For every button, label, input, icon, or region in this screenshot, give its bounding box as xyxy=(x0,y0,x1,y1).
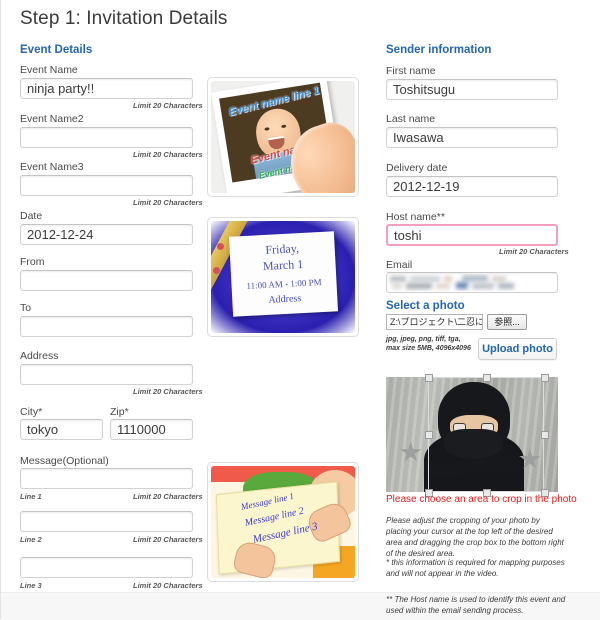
label-last-name: Last name xyxy=(386,113,436,125)
label-city: City* xyxy=(20,406,43,418)
section-heading-select-a-photo: Select a photo xyxy=(386,300,465,312)
label-first-name: First name xyxy=(386,65,436,77)
label-message: Message(Optional) xyxy=(20,455,109,467)
email-redaction-overlay xyxy=(388,274,520,291)
hint-message-line1-limit: Limit 20 Characters xyxy=(133,492,203,501)
crop-handle-top-left[interactable] xyxy=(425,374,433,382)
label-host-name: Host name** xyxy=(386,211,445,223)
hint-message-line2-limit: Limit 20 Characters xyxy=(133,535,203,544)
hint-host-name-limit: Limit 20 Characters xyxy=(499,247,569,256)
input-message-line2[interactable] xyxy=(20,511,193,532)
preview-message-card: Message line 1 Message line 2 Message li… xyxy=(207,462,359,582)
input-city[interactable] xyxy=(20,419,103,440)
preview-date-line4: Address xyxy=(268,293,302,306)
label-from: From xyxy=(20,256,45,268)
input-event-name[interactable] xyxy=(20,78,193,99)
crop-handle-top-right[interactable] xyxy=(541,374,549,382)
file-path-field[interactable]: Z:\プロジェクト\二忍に xyxy=(386,314,483,330)
section-heading-sender-information: Sender information xyxy=(386,44,492,56)
footnote-one: * this information is required for mappi… xyxy=(386,558,565,578)
label-zip: Zip* xyxy=(110,406,129,418)
input-to[interactable] xyxy=(20,316,193,337)
browse-button[interactable]: 参照... xyxy=(487,314,527,330)
input-from[interactable] xyxy=(20,270,193,291)
hint-message-line3-limit: Limit 20 Characters xyxy=(133,581,203,590)
input-message-line1[interactable] xyxy=(20,468,193,489)
label-email: Email xyxy=(386,259,413,271)
page-left-rule xyxy=(0,0,1,619)
input-event-name2[interactable] xyxy=(20,127,193,148)
crop-handle-middle-left[interactable] xyxy=(425,431,433,439)
hint-address-limit: Limit 20 Characters xyxy=(133,387,203,396)
input-first-name[interactable] xyxy=(386,79,558,100)
upload-photo-button[interactable]: Upload photo xyxy=(478,338,557,360)
input-address[interactable] xyxy=(20,364,193,385)
label-to: To xyxy=(20,302,32,314)
label-delivery-date: Delivery date xyxy=(386,162,448,174)
input-delivery-date[interactable] xyxy=(386,176,558,197)
photo-format-hint: jpg, jpeg, png, tiff, tga, max size 5MB,… xyxy=(386,336,471,352)
invitation-details-page: Step 1: Invitation Details Event Details… xyxy=(0,0,600,620)
preview-date-line3: 11:00 AM - 1:00 PM xyxy=(246,277,322,291)
page-title: Step 1: Invitation Details xyxy=(20,8,228,29)
input-message-line3[interactable] xyxy=(20,557,193,578)
crop-instructions: Please adjust the cropping of your photo… xyxy=(386,516,564,558)
input-event-name3[interactable] xyxy=(20,175,193,196)
crop-selection-box[interactable] xyxy=(428,377,544,492)
section-heading-event-details: Event Details xyxy=(20,44,93,56)
label-message-line1: Line 1 xyxy=(20,492,42,501)
preview-event-name-card: Event name line 1 Event name line 2 Even… xyxy=(207,77,359,197)
label-address: Address xyxy=(20,350,59,362)
input-date[interactable] xyxy=(20,224,193,245)
hint-event-name3-limit: Limit 20 Characters xyxy=(133,198,203,207)
input-last-name[interactable] xyxy=(386,127,558,148)
label-event-name3: Event Name3 xyxy=(20,161,84,173)
hint-event-name-limit: Limit 20 Characters xyxy=(133,101,203,110)
label-event-name: Event Name xyxy=(20,64,78,76)
label-message-line2: Line 2 xyxy=(20,535,42,544)
label-date: Date xyxy=(20,210,43,222)
crop-handle-middle-right[interactable] xyxy=(541,431,549,439)
footnote-two: ** The Host name is used to identify thi… xyxy=(386,595,566,615)
hint-event-name2-limit: Limit 20 Characters xyxy=(133,150,203,159)
crop-handle-top-center[interactable] xyxy=(483,374,491,382)
crop-warning-message: Please choose an area to crop in the pho… xyxy=(386,494,577,505)
preview-date-card: Friday, March 1 11:00 AM - 1:00 PM Addre… xyxy=(207,217,359,337)
label-event-name2: Event Name2 xyxy=(20,113,84,125)
label-message-line3: Line 3 xyxy=(20,581,42,590)
input-zip[interactable] xyxy=(110,419,193,440)
input-host-name[interactable] xyxy=(386,224,558,246)
